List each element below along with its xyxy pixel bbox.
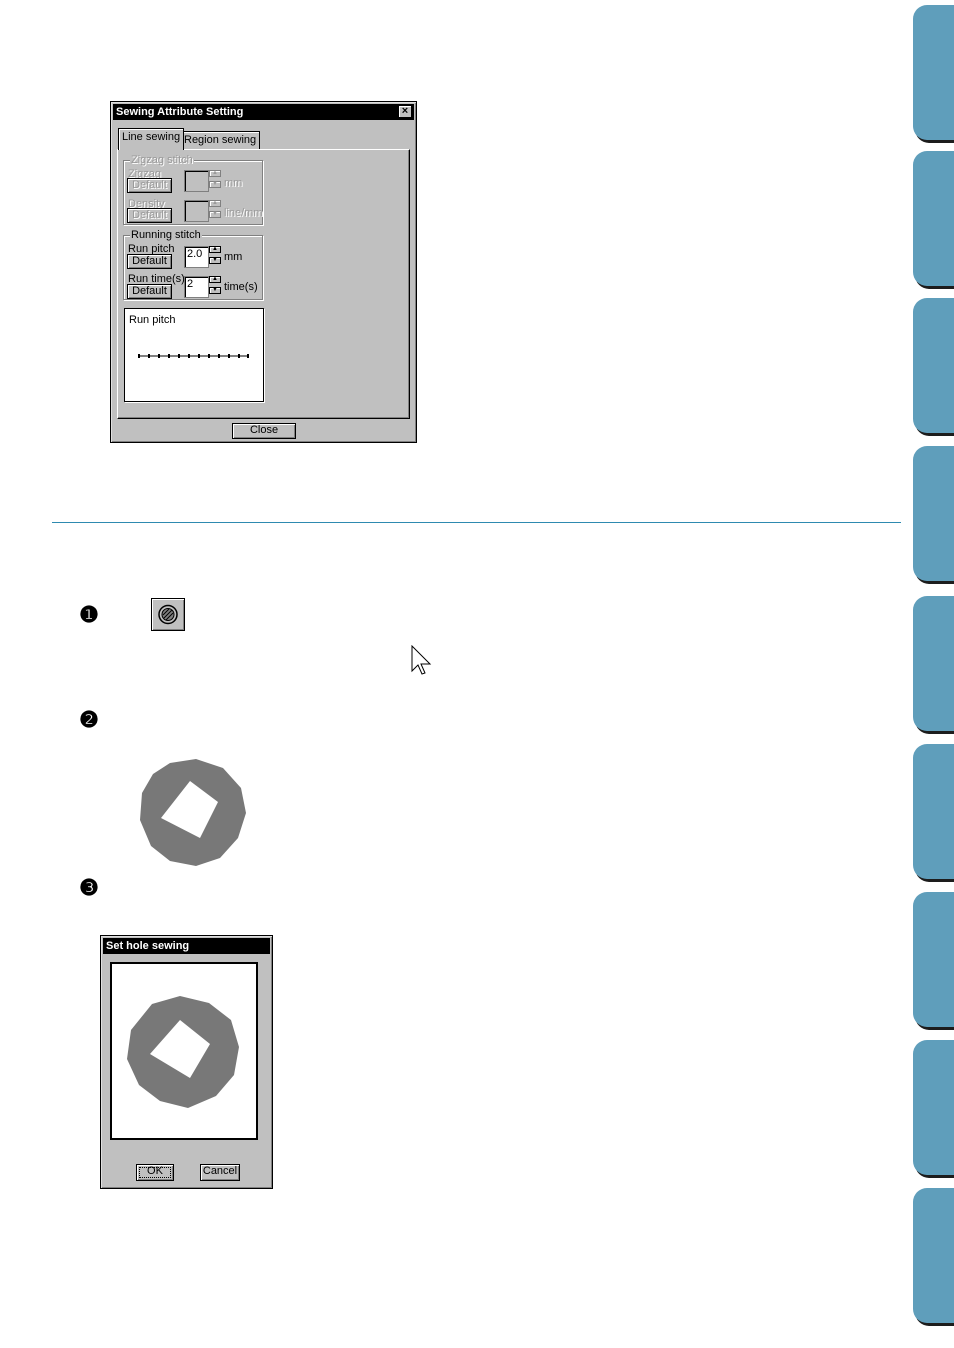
- zigzag-spin-up[interactable]: ▲: [209, 170, 221, 177]
- zigzag-input[interactable]: [184, 170, 209, 192]
- density-default-button[interactable]: Default: [127, 208, 172, 223]
- running-stitch-group: Running stitch Run pitch Default 2.0 ▲ ▼…: [123, 229, 263, 300]
- zigzag-spin-down[interactable]: ▼: [209, 181, 221, 188]
- side-tab-5[interactable]: [913, 596, 954, 731]
- zigzag-group-title: Zigzag stitch: [130, 154, 194, 166]
- set-hole-sewing-dialog: Set hole sewing OK Cancel: [100, 935, 273, 1189]
- hole-sewing-tool-button[interactable]: [151, 598, 185, 631]
- zigzag-default-button[interactable]: Default: [127, 178, 172, 193]
- hole-dialog-title-bar: Set hole sewing: [103, 938, 270, 954]
- run-pitch-spin-up[interactable]: ▲: [209, 246, 221, 253]
- run-times-default-button[interactable]: Default: [127, 284, 172, 299]
- close-button[interactable]: Close: [232, 423, 296, 439]
- density-spin-down[interactable]: ▼: [209, 211, 221, 218]
- run-pitch-stitch-line: [138, 354, 249, 358]
- sewing-attribute-dialog: Sewing Attribute Setting × Line sewing R…: [110, 101, 417, 443]
- side-tab-4[interactable]: [913, 446, 954, 581]
- arrow-cursor-icon: [411, 645, 432, 675]
- dialog-title: Sewing Attribute Setting: [116, 106, 244, 118]
- hole-preview-area[interactable]: [110, 962, 258, 1140]
- run-pitch-unit: mm: [224, 251, 243, 263]
- hole-sewing-icon: [158, 604, 178, 625]
- dialog-title-bar: Sewing Attribute Setting ×: [113, 104, 414, 120]
- side-tab-9[interactable]: [913, 1188, 954, 1323]
- tab-line-sewing[interactable]: Line sewing: [118, 128, 185, 150]
- run-times-spin-down[interactable]: ▼: [209, 287, 221, 294]
- hole-preview-shape: [127, 996, 239, 1108]
- run-pitch-spin-down[interactable]: ▼: [209, 257, 221, 264]
- side-tab-8[interactable]: [913, 1040, 954, 1175]
- cancel-button[interactable]: Cancel: [200, 1164, 240, 1181]
- run-times-input[interactable]: 2: [184, 276, 209, 298]
- zigzag-stitch-group: Zigzag stitch Zigzag Default ▲ ▼ mm Dens…: [123, 154, 263, 225]
- run-times-unit: time(s): [224, 281, 258, 293]
- step-3-marker: ❸: [79, 875, 99, 900]
- donut-shape-with-hole: [140, 759, 246, 866]
- side-tab-1[interactable]: [913, 5, 954, 140]
- density-unit: line/mm: [224, 207, 263, 219]
- density-input[interactable]: [184, 200, 209, 222]
- density-spin-up[interactable]: ▲: [209, 200, 221, 207]
- step-2-marker: ❷: [79, 707, 99, 732]
- ok-button[interactable]: OK: [136, 1164, 174, 1181]
- zigzag-unit: mm: [224, 177, 243, 189]
- running-group-title: Running stitch: [130, 229, 202, 241]
- section-divider: [52, 522, 901, 523]
- run-pitch-preview: Run pitch: [124, 308, 264, 402]
- side-tab-6[interactable]: [913, 744, 954, 879]
- close-icon[interactable]: ×: [398, 105, 412, 118]
- run-times-spin-up[interactable]: ▲: [209, 276, 221, 283]
- side-tab-7[interactable]: [913, 892, 954, 1027]
- tab-panel: Zigzag stitch Zigzag Default ▲ ▼ mm Dens…: [117, 149, 410, 419]
- side-tab-3[interactable]: [913, 298, 954, 433]
- side-tab-2[interactable]: [913, 151, 954, 286]
- step-1-marker: ❶: [79, 602, 99, 627]
- run-pitch-default-button[interactable]: Default: [127, 254, 172, 269]
- tab-region-sewing[interactable]: Region sewing: [180, 131, 261, 149]
- run-pitch-input[interactable]: 2.0: [184, 246, 209, 268]
- hole-dialog-title: Set hole sewing: [106, 940, 190, 952]
